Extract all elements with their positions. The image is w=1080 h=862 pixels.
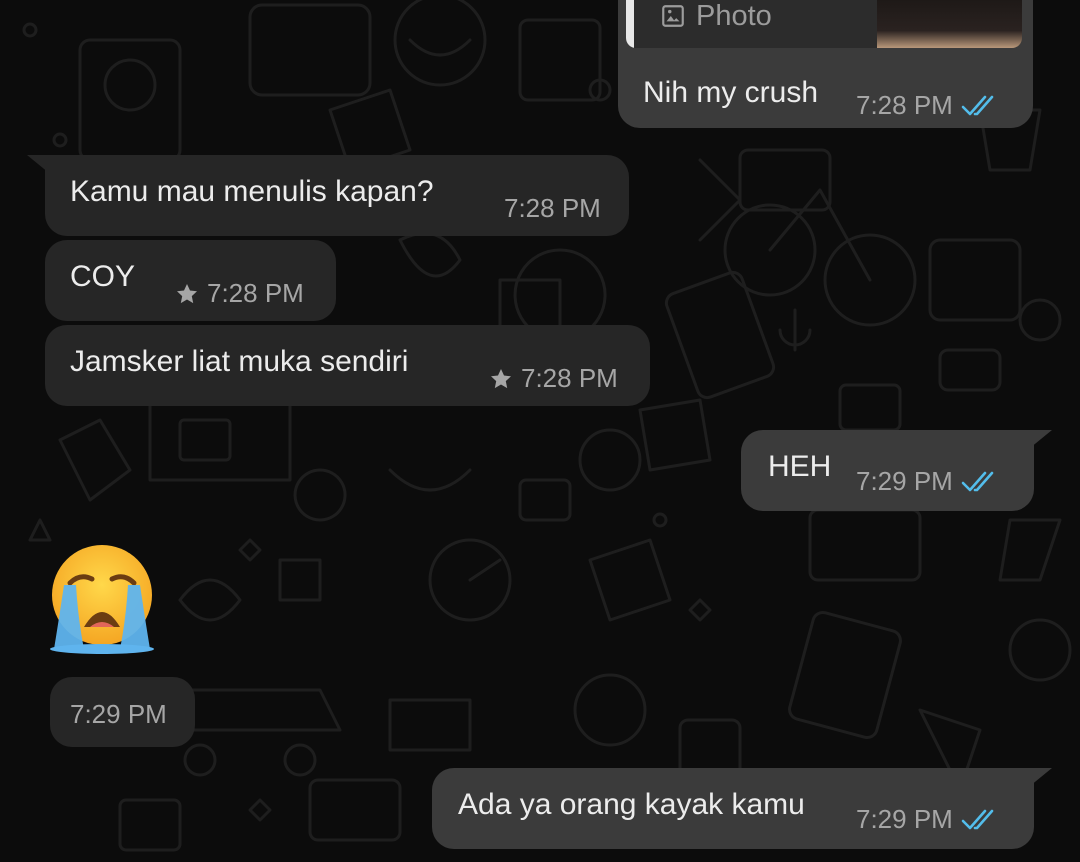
star-icon [175, 282, 199, 306]
message-time: 7:29 PM [70, 699, 167, 729]
message-bubble-incoming[interactable]: COY 7:28 PM [45, 240, 336, 321]
message-bubble-incoming[interactable]: 7:29 PM [50, 677, 195, 747]
quote-type-text: Photo [696, 0, 772, 32]
message-time: 7:29 PM [856, 804, 953, 834]
read-receipt-icon [961, 93, 1005, 119]
message-text: Nih my crush [643, 76, 819, 109]
message-bubble-outgoing[interactable]: Photo Nih my crush 7:28 PM [618, 0, 1033, 128]
message-meta: 7:28 PM [504, 193, 601, 224]
message-meta: 7:28 PM [175, 278, 304, 309]
message-text: Jamsker liat muka sendiri [70, 345, 409, 378]
read-receipt-icon [961, 469, 1005, 495]
message-meta: 7:29 PM [856, 804, 1005, 835]
message-bubble-outgoing[interactable]: HEH 7:29 PM [741, 430, 1052, 511]
message-meta: 7:29 PM [856, 466, 1005, 497]
quote-accent-bar [626, 0, 634, 48]
message-meta: 7:28 PM [489, 363, 618, 394]
message-bubble-outgoing[interactable]: Ada ya orang kayak kamu 7:29 PM [432, 768, 1052, 849]
message-meta: 7:29 PM [70, 699, 167, 730]
message-meta: 7:28 PM [856, 90, 1005, 121]
message-text: HEH [768, 450, 832, 483]
loudly-crying-face-emoji[interactable] [44, 543, 160, 655]
message-text: Kamu mau menulis kapan? [70, 175, 434, 208]
star-icon [489, 367, 513, 391]
message-bubble-incoming[interactable]: Jamsker liat muka sendiri 7:28 PM [45, 325, 650, 406]
quote-photo-thumbnail [877, 0, 1022, 48]
quote-label: Photo [660, 0, 772, 33]
message-bubble-incoming[interactable]: Kamu mau menulis kapan? 7:28 PM [27, 155, 629, 236]
message-time: 7:29 PM [856, 466, 953, 496]
message-time: 7:28 PM [521, 363, 618, 393]
quoted-photo-reply[interactable]: Photo [626, 0, 1022, 48]
message-time: 7:28 PM [504, 193, 601, 223]
message-text: COY [70, 260, 136, 293]
message-time: 7:28 PM [856, 90, 953, 120]
read-receipt-icon [961, 807, 1005, 833]
message-time: 7:28 PM [207, 278, 304, 308]
chat-view: Photo Nih my crush 7:28 PM Kamu mau menu… [0, 0, 1080, 862]
message-text: Ada ya orang kayak kamu [458, 788, 805, 821]
image-icon [662, 5, 684, 27]
